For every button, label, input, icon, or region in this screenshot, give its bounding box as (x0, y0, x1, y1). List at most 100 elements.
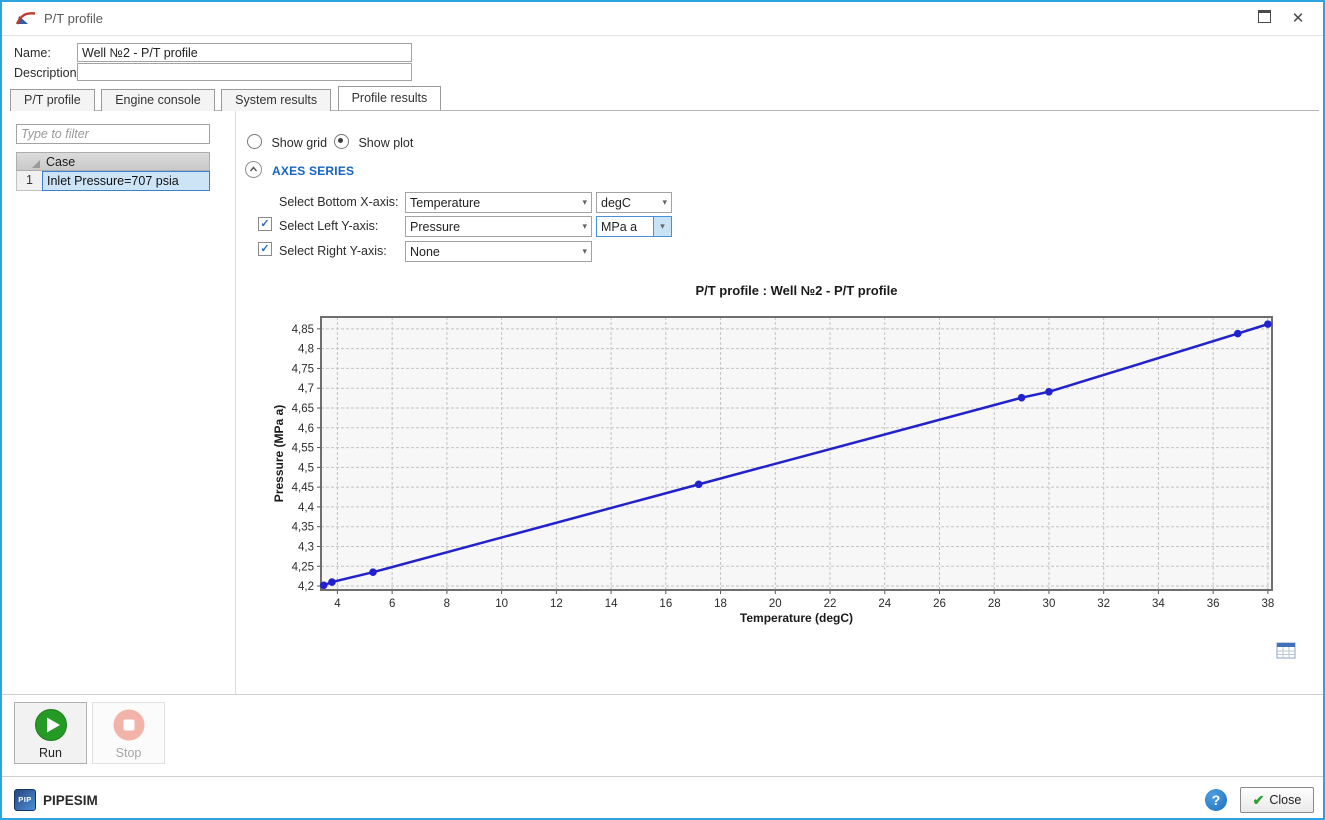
left-y-value: Pressure (410, 220, 460, 234)
data-point (328, 578, 336, 586)
check-icon: ✔ (1253, 792, 1265, 809)
case-filter-input[interactable] (16, 124, 210, 144)
description-label: Description: (14, 66, 80, 80)
svg-text:20: 20 (769, 598, 782, 610)
right-y-checkbox[interactable]: ✓ (258, 242, 272, 256)
svg-text:4,45: 4,45 (292, 482, 314, 494)
axes-series-title: AXES SERIES (272, 164, 354, 178)
svg-text:34: 34 (1152, 598, 1165, 610)
stop-button[interactable]: Stop (92, 702, 165, 764)
dropdown-arrow-icon: ▾ (662, 197, 667, 208)
data-point (1018, 394, 1026, 402)
data-point (1264, 320, 1272, 328)
right-y-combo[interactable]: None ▾ (405, 241, 592, 262)
svg-text:22: 22 (824, 598, 837, 610)
svg-text:36: 36 (1207, 598, 1220, 610)
svg-text:4,7: 4,7 (298, 383, 314, 395)
chevron-up-icon (248, 164, 259, 175)
run-play-icon (34, 708, 68, 742)
show-plot-radio[interactable] (334, 134, 349, 149)
table-icon (1276, 642, 1296, 659)
bottom-x-value: Temperature (410, 196, 480, 210)
tab-profile-results[interactable]: Profile results (338, 86, 442, 110)
name-label: Name: (14, 46, 51, 60)
help-button[interactable]: ? (1205, 789, 1227, 811)
svg-text:4,4: 4,4 (298, 502, 315, 514)
svg-text:24: 24 (878, 598, 891, 610)
select-all-corner[interactable] (16, 152, 43, 171)
dropdown-arrow-icon: ▾ (582, 221, 587, 232)
data-point (320, 581, 328, 589)
stop-label: Stop (93, 746, 164, 760)
svg-text:4,55: 4,55 (292, 443, 314, 455)
bottom-x-combo[interactable]: Temperature ▾ (405, 192, 592, 213)
check-icon: ✓ (260, 218, 269, 230)
case-column-header[interactable]: Case (42, 152, 210, 171)
svg-text:4,3: 4,3 (298, 541, 314, 553)
tab-system-results[interactable]: System results (221, 89, 331, 111)
collapse-section-button[interactable] (245, 161, 262, 178)
svg-text:4,25: 4,25 (292, 561, 314, 573)
close-label: Close (1269, 793, 1301, 807)
show-grid-label: Show grid (271, 136, 327, 150)
logo-glyph: PIP (18, 795, 32, 804)
description-input[interactable] (77, 63, 412, 81)
maximize-button[interactable] (1251, 10, 1277, 28)
data-point (1045, 388, 1053, 396)
svg-text:4,6: 4,6 (298, 423, 314, 435)
svg-text:10: 10 (495, 598, 508, 610)
pipesim-logo: PIP (14, 789, 36, 811)
right-y-label: Select Right Y-axis: (279, 244, 387, 258)
close-button[interactable]: ✔ Close (1240, 787, 1314, 813)
close-window-button[interactable]: ✕ (1285, 10, 1311, 28)
tab-engine-console[interactable]: Engine console (101, 89, 214, 111)
show-plot-option[interactable]: Show plot (334, 134, 413, 152)
plot-area (321, 317, 1272, 590)
dropdown-arrow-icon: ▾ (660, 221, 665, 232)
show-grid-radio[interactable] (247, 134, 262, 149)
separator-top (2, 694, 1323, 695)
svg-text:4: 4 (334, 598, 341, 610)
name-input[interactable] (77, 43, 412, 62)
stop-icon (112, 708, 146, 742)
svg-text:32: 32 (1097, 598, 1110, 610)
svg-text:18: 18 (714, 598, 727, 610)
pt-profile-dialog: P/T profile ✕ Name: Description: P/T pro… (0, 0, 1325, 820)
svg-text:4,5: 4,5 (298, 462, 314, 474)
left-y-unit-combo[interactable]: MPa a ▾ (596, 216, 672, 237)
dropdown-arrow-icon: ▾ (582, 246, 587, 257)
left-y-unit: MPa a (601, 220, 637, 234)
table-view-button[interactable] (1276, 642, 1296, 664)
x-axis-label: Temperature (degC) (740, 611, 853, 625)
close-icon: ✕ (1292, 10, 1305, 27)
svg-text:14: 14 (605, 598, 618, 610)
left-y-checkbox[interactable]: ✓ (258, 217, 272, 231)
svg-text:28: 28 (988, 598, 1001, 610)
svg-text:8: 8 (444, 598, 450, 610)
select-all-icon (32, 160, 40, 168)
svg-text:30: 30 (1043, 598, 1056, 610)
left-y-combo[interactable]: Pressure ▾ (405, 216, 592, 237)
case-row-number[interactable]: 1 (16, 171, 43, 191)
check-icon: ✓ (260, 243, 269, 255)
brand-name: PIPESIM (43, 793, 98, 808)
bottom-x-unit-combo[interactable]: degC ▾ (596, 192, 672, 213)
run-button[interactable]: Run (14, 702, 87, 764)
show-plot-label: Show plot (358, 136, 413, 150)
dropdown-arrow-icon: ▾ (582, 197, 587, 208)
show-grid-option[interactable]: Show grid (247, 134, 327, 152)
bottom-x-label: Select Bottom X-axis: (279, 195, 399, 209)
pt-profile-icon (15, 10, 37, 27)
tab-pt-profile[interactable]: P/T profile (10, 89, 95, 111)
data-point (1234, 330, 1242, 338)
separator-bottom (2, 776, 1323, 777)
help-icon: ? (1212, 792, 1221, 808)
svg-text:4,75: 4,75 (292, 363, 314, 375)
y-axis-label: Pressure (MPa a) (272, 405, 286, 502)
svg-text:26: 26 (933, 598, 946, 610)
dropdown-arrow-box[interactable]: ▾ (653, 217, 671, 236)
svg-text:4,2: 4,2 (298, 581, 314, 593)
bottom-x-unit: degC (601, 196, 631, 210)
svg-text:12: 12 (550, 598, 563, 610)
case-row-selected[interactable]: Inlet Pressure=707 psia (42, 171, 210, 191)
